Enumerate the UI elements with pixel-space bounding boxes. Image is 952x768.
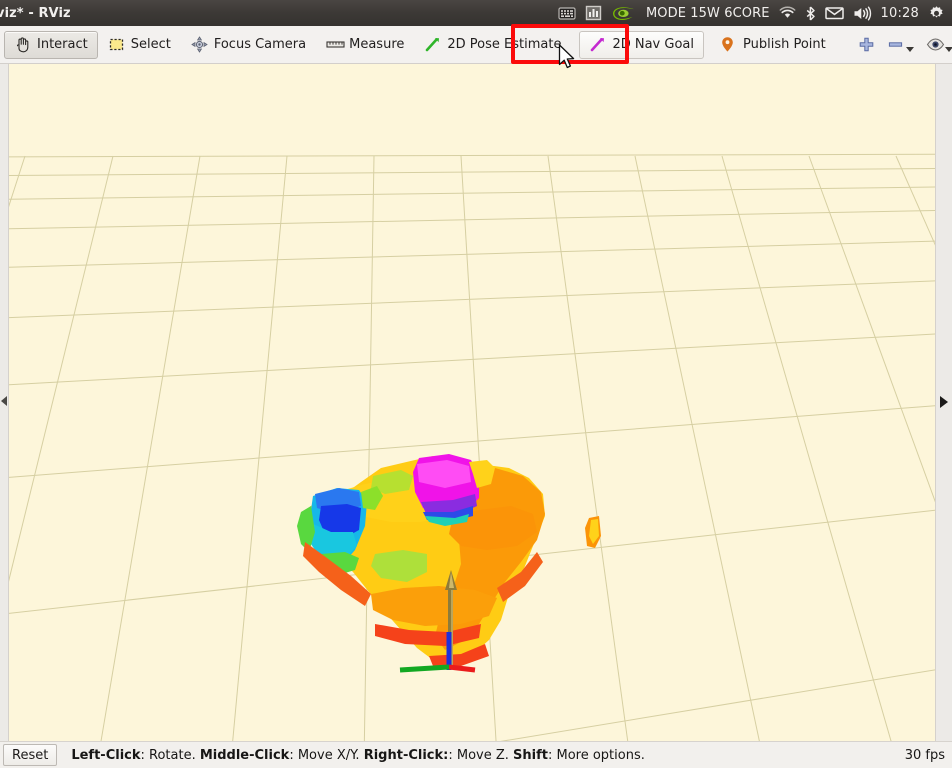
- title-bar: viz* - RViz MODE 15W 6CORE 10:28: [0, 0, 952, 26]
- green-arrow-icon: [424, 36, 441, 53]
- map-pin-icon: [720, 36, 737, 53]
- gear-icon[interactable]: [928, 5, 945, 22]
- remove-tool-button[interactable]: [881, 36, 920, 53]
- bluetooth-icon[interactable]: [805, 5, 816, 21]
- tool-2d-pose-estimate-label: 2D Pose Estimate: [447, 37, 562, 52]
- render-viewport[interactable]: [0, 64, 952, 741]
- magenta-arrow-icon: [589, 36, 606, 53]
- rviz-toolbar: Interact Select Focus Camera Measure 2D …: [0, 26, 952, 64]
- mail-icon[interactable]: [824, 6, 844, 20]
- tool-focus-camera[interactable]: Focus Camera: [181, 31, 316, 59]
- focus-target-icon: [191, 36, 208, 53]
- tool-select[interactable]: Select: [98, 31, 181, 59]
- status-bar: Reset Left-Click: Rotate. Middle-Click: …: [0, 741, 952, 768]
- tool-2d-nav-goal[interactable]: 2D Nav Goal: [579, 30, 704, 59]
- tool-2d-pose-estimate[interactable]: 2D Pose Estimate: [414, 31, 571, 59]
- rviz-window: viz* - RViz MODE 15W 6CORE 10:28 Interac…: [0, 0, 952, 768]
- system-monitor-icon[interactable]: [585, 5, 602, 21]
- power-mode-label[interactable]: MODE 15W 6CORE: [646, 6, 770, 21]
- add-tool-button[interactable]: [852, 36, 881, 53]
- chevron-down-icon[interactable]: [905, 47, 914, 52]
- reset-button[interactable]: Reset: [3, 744, 58, 766]
- wifi-icon[interactable]: [779, 6, 796, 20]
- dashed-square-icon: [108, 36, 125, 53]
- keyboard-icon[interactable]: [558, 6, 576, 21]
- chevron-down-icon[interactable]: [944, 47, 952, 52]
- right-panel-splitter[interactable]: [935, 64, 952, 741]
- plus-icon: [858, 36, 875, 53]
- fps-counter: 30 fps: [904, 747, 945, 763]
- ogre-render-area[interactable]: [9, 64, 935, 741]
- minus-icon: [887, 36, 904, 53]
- system-tray: MODE 15W 6CORE 10:28: [558, 5, 952, 22]
- status-help-text: Left-Click: Rotate. Middle-Click: Move X…: [71, 747, 645, 763]
- tool-measure[interactable]: Measure: [316, 31, 414, 59]
- tool-focus-camera-label: Focus Camera: [213, 37, 307, 52]
- expand-right-arrow-icon[interactable]: [940, 396, 948, 408]
- 3d-scene: [9, 64, 935, 741]
- volume-icon[interactable]: [853, 6, 872, 21]
- hand-cursor-icon: [14, 36, 31, 53]
- left-panel-splitter[interactable]: [0, 64, 9, 741]
- tool-2d-nav-goal-label: 2D Nav Goal: [612, 37, 694, 52]
- tool-publish-point-label: Publish Point: [743, 37, 826, 52]
- collapse-left-arrow-icon[interactable]: [1, 396, 7, 406]
- eye-icon: [926, 36, 944, 53]
- tool-interact[interactable]: Interact: [4, 30, 98, 59]
- tool-select-label: Select: [130, 37, 171, 52]
- reset-button-label: Reset: [12, 747, 49, 763]
- window-title: viz* - RViz: [0, 5, 71, 21]
- tool-measure-label: Measure: [349, 37, 405, 52]
- tool-publish-point[interactable]: Publish Point: [710, 31, 836, 59]
- nvidia-icon[interactable]: [611, 6, 637, 21]
- tool-interact-label: Interact: [37, 37, 88, 52]
- visibility-button[interactable]: [920, 36, 952, 53]
- clock[interactable]: 10:28: [881, 6, 919, 21]
- ruler-icon: [326, 36, 345, 53]
